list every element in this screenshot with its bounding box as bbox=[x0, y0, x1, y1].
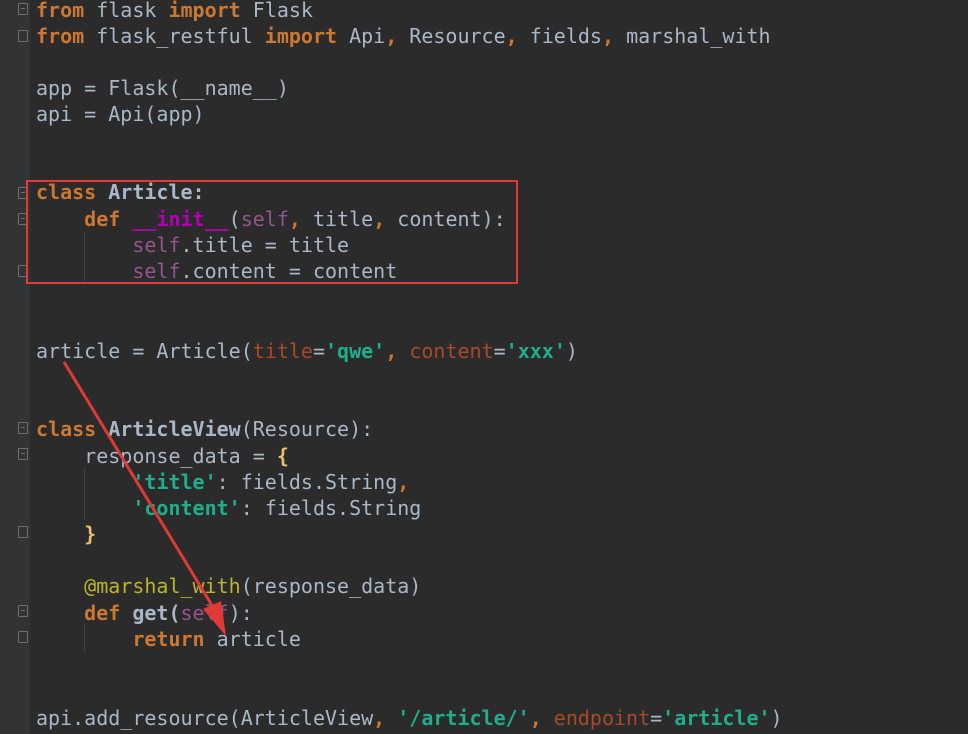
code-token: , bbox=[373, 706, 386, 730]
code-line[interactable]: response_data = { bbox=[36, 443, 289, 469]
code-line[interactable]: api = Api(app) bbox=[36, 101, 205, 127]
code-token: title bbox=[252, 339, 313, 363]
code-token: (Resource): bbox=[240, 417, 374, 441]
code-token: , bbox=[529, 706, 542, 730]
code-line[interactable]: class ArticleView(Resource): bbox=[36, 416, 373, 442]
code-token: Api bbox=[337, 24, 386, 48]
code-line[interactable]: app = Flask(__name__) bbox=[36, 75, 289, 101]
code-token: 'xxx' bbox=[505, 339, 566, 363]
code-token: (response_data) bbox=[240, 574, 422, 598]
code-token: import bbox=[264, 24, 338, 48]
code-token: api = Api(app) bbox=[36, 102, 205, 126]
code-line[interactable]: return article bbox=[36, 626, 301, 652]
code-token: flask_restful bbox=[84, 24, 265, 48]
fold-marker-icon[interactable] bbox=[18, 631, 28, 643]
code-token: from bbox=[36, 0, 85, 22]
code-token: article = Article( bbox=[36, 339, 253, 363]
fold-marker-icon[interactable] bbox=[18, 30, 28, 42]
fold-marker-icon[interactable] bbox=[18, 3, 28, 15]
code-token: ) bbox=[565, 339, 578, 363]
fold-marker-icon[interactable] bbox=[18, 526, 28, 538]
code-token: , bbox=[505, 24, 518, 48]
code-token: = bbox=[312, 339, 326, 363]
code-token: app = Flask(__name__) bbox=[36, 76, 289, 100]
code-token: Flask bbox=[240, 0, 313, 22]
fold-marker-icon[interactable] bbox=[18, 605, 28, 617]
code-token: class bbox=[36, 417, 97, 441]
code-token: = bbox=[493, 339, 506, 363]
code-token: , bbox=[601, 24, 615, 48]
code-token: , bbox=[385, 339, 398, 363]
code-line[interactable]: 'title': fields.String, bbox=[36, 469, 409, 495]
code-token: flask bbox=[84, 0, 169, 22]
code-line[interactable]: 'content': fields.String bbox=[36, 495, 421, 521]
code-token: , bbox=[385, 24, 398, 48]
code-token: ) bbox=[770, 706, 783, 730]
annotation-highlight-box bbox=[26, 180, 518, 284]
code-token: marshal_with bbox=[614, 24, 771, 48]
code-token: { bbox=[276, 444, 289, 468]
code-line[interactable]: api.add_resource(ArticleView, '/article/… bbox=[36, 705, 783, 731]
code-token: : fields.String bbox=[240, 496, 422, 520]
code-token: Resource bbox=[397, 24, 506, 48]
code-line[interactable]: def get(self): bbox=[36, 600, 253, 626]
code-line[interactable]: } bbox=[36, 521, 96, 547]
code-token: import bbox=[168, 0, 241, 22]
code-token: response_data = bbox=[36, 444, 277, 468]
code-token: self bbox=[180, 601, 229, 625]
code-token: api.add_resource(ArticleView bbox=[36, 706, 374, 730]
code-token: 'title' bbox=[36, 470, 217, 494]
code-editor[interactable]: from flask import Flask from flask_restfu… bbox=[0, 0, 968, 734]
code-token: def bbox=[36, 601, 121, 625]
code-line[interactable]: from flask_restful import Api, Resource,… bbox=[36, 23, 771, 49]
code-token: 'article' bbox=[662, 706, 771, 730]
code-token: = bbox=[650, 706, 663, 730]
fold-marker-icon[interactable] bbox=[18, 422, 28, 434]
code-token: article bbox=[204, 627, 301, 651]
code-token: content bbox=[397, 339, 494, 363]
code-token: '/article/' bbox=[397, 706, 530, 730]
code-token: : fields.String bbox=[216, 470, 398, 494]
code-token: endpoint bbox=[541, 706, 651, 730]
code-line[interactable]: @marshal_with(response_data) bbox=[36, 573, 421, 599]
code-line[interactable]: from flask import Flask bbox=[36, 0, 313, 23]
code-token: from bbox=[36, 24, 85, 48]
code-token: ): bbox=[228, 601, 253, 625]
code-token: get( bbox=[120, 601, 181, 625]
code-token: ArticleView bbox=[96, 417, 241, 441]
code-token: } bbox=[36, 522, 97, 546]
code-line[interactable]: article = Article(title='qwe', content='… bbox=[36, 338, 578, 364]
code-token: 'content' bbox=[36, 496, 241, 520]
code-token: return bbox=[36, 627, 205, 651]
editor-gutter bbox=[0, 0, 30, 734]
fold-marker-icon[interactable] bbox=[18, 448, 28, 460]
code-token: @marshal_with bbox=[36, 574, 241, 598]
code-token: 'qwe' bbox=[325, 339, 386, 363]
code-token: fields bbox=[517, 24, 602, 48]
code-token: , bbox=[397, 470, 410, 494]
